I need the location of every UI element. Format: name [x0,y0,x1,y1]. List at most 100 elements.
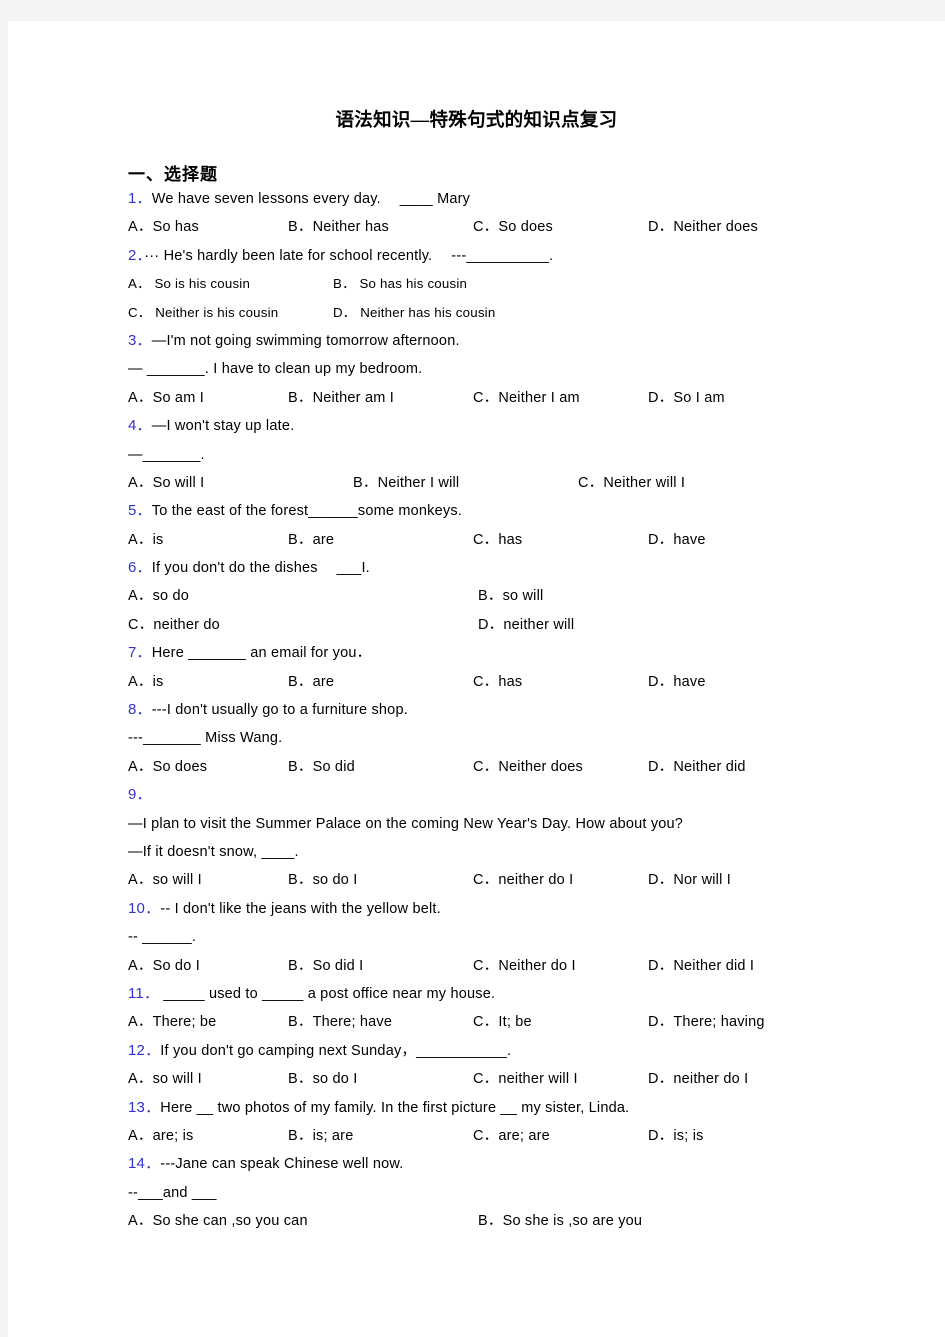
option-row: A．are; is B．is; are C．are; are D．is; is [128,1122,915,1150]
question-number: 1． [128,190,152,207]
answer-option[interactable]: D．neither will [478,611,574,639]
answer-option[interactable]: C．has [473,526,648,554]
answer-option[interactable]: A．is [128,668,288,696]
answer-option[interactable]: C．neither do I [473,866,648,894]
question-stem-text: -- ______. [128,929,197,946]
answer-option[interactable]: D．There; having [648,1008,765,1036]
answer-option[interactable]: A．So do I [128,952,288,980]
question-number: 8． [128,701,152,719]
answer-option[interactable]: A．are; is [128,1122,288,1150]
answer-option[interactable]: A．is [128,526,288,554]
answer-option[interactable]: A．So will I [128,469,353,497]
question-stem-line: —_______. [128,441,915,469]
question-stem-text: —_______. [128,446,205,463]
answer-option[interactable]: D．Neither did I [648,952,754,980]
answer-option[interactable]: A．so will I [128,866,288,894]
answer-option[interactable]: D．neither do I [648,1065,748,1093]
answer-option[interactable]: B．Neither am I [288,384,473,412]
answer-option[interactable]: B．so do I [288,866,473,894]
option-row: A．so will I B．so do I C．neither do I D．Nor … [128,866,915,894]
option-row: A．So she can ,so you can B．So she is ,so … [128,1207,915,1235]
question-stem-line: 2．··· He's hardly been late for school r… [128,242,915,270]
answer-option[interactable]: B．So she is ,so are you [478,1207,642,1235]
answer-option[interactable]: A．There; be [128,1008,288,1036]
option-row: A．So has B．Neither has C．So does D．Neither … [128,213,915,241]
question-number: 13． [128,1098,161,1116]
answer-option[interactable]: A．So has [128,213,288,241]
option-row: A． So is his cousin B． So has his cousin [128,270,915,298]
answer-option[interactable]: B．so will [478,582,543,610]
document-page: 语法知识—特殊句式的知识点复习 一、选择题 1．We have seven le… [8,21,945,1337]
answer-option[interactable]: B．Neither has [288,213,473,241]
answer-option[interactable]: C．has [473,668,648,696]
answer-option[interactable]: C．neither do [128,611,478,639]
answer-option[interactable]: D．have [648,526,706,554]
question-stem-line: 13．Here __ two photos of my family. In t… [128,1094,915,1122]
question-stem-text: —I'm not going swimming tomorrow afterno… [151,332,460,349]
answer-option[interactable]: B．So did I [288,952,473,980]
question-list: 1．We have seven lessons every day. ____ … [8,185,945,1235]
answer-option[interactable]: B． So has his cousin [333,270,467,298]
answer-option[interactable]: D．Neither does [648,213,758,241]
question-stem-text: ---Jane can speak Chinese well now. [160,1156,404,1173]
option-row: A．So do I B．So did I C．Neither do I D．Neith… [128,952,915,980]
page-title: 语法知识—特殊句式的知识点复习 [335,111,618,131]
question-stem-line: ---_______ Miss Wang. [128,724,915,752]
option-row: C． Neither is his cousin D． Neither has h… [128,299,915,327]
question-stem-line: 1．We have seven lessons every day. ____ … [128,185,915,213]
answer-option[interactable]: A．So she can ,so you can [128,1207,478,1235]
answer-option[interactable]: B．There; have [288,1008,473,1036]
answer-option[interactable]: D．So I am [648,384,725,412]
option-row: A．is B．are C．has D．have [128,668,915,696]
answer-option[interactable]: A．So am I [128,384,288,412]
answer-option[interactable]: C．Neither I am [473,384,648,412]
answer-option[interactable]: C．Neither will I [578,469,685,497]
question-stem-text: —I won't stay up late. [151,418,295,435]
question-stem-text: ---_______ Miss Wang. [128,730,283,747]
answer-option[interactable]: C．Neither do I [473,952,648,980]
answer-option[interactable]: B．Neither I will [353,469,578,497]
option-row: A．There; be B．There; have C．It; be D．There;… [128,1008,915,1036]
section-heading: 一、选择题 [128,165,218,184]
answer-option[interactable]: A．So does [128,753,288,781]
answer-option[interactable]: D．is; is [648,1122,704,1150]
answer-option[interactable]: C．Neither does [473,753,648,781]
answer-option[interactable]: C．neither will I [473,1065,648,1093]
answer-option[interactable]: D．have [648,668,706,696]
question-number: 7． [128,644,152,662]
question-stem-line: 6．If you don't do the dishes ___I. [128,554,915,582]
question-stem-line: --___and ___ [128,1179,915,1207]
question-stem-line: 8．---I don't usually go to a furniture s… [128,696,915,724]
question-number: 12． [128,1041,161,1059]
question-number: 2． [128,246,145,264]
question-number: 4． [128,417,152,435]
answer-option[interactable]: D．Nor will I [648,866,731,894]
answer-option[interactable]: B．So did [288,753,473,781]
answer-option[interactable]: C． Neither is his cousin [128,299,333,327]
question-stem-text: —I plan to visit the Summer Palace on th… [128,815,684,832]
answer-option[interactable]: C．So does [473,213,648,241]
question-stem-line: 11． _____ used to _____ a post office ne… [128,980,915,1008]
answer-option[interactable]: D． Neither has his cousin [333,299,495,327]
question-stem-line: 4．—I won't stay up late. [128,412,915,440]
answer-option[interactable]: C．It; be [473,1008,648,1036]
answer-option[interactable]: C．are; are [473,1122,648,1150]
question-stem-text: If you don't do the dishes ___I. [151,560,370,577]
question-stem-text: Here _______ an email for you． [151,645,372,662]
question-stem-line: 14．---Jane can speak Chinese well now. [128,1150,915,1178]
option-row: A．So will I B．Neither I will C．Neither wil… [128,469,915,497]
answer-option[interactable]: B．are [288,526,473,554]
answer-option[interactable]: A．so will I [128,1065,288,1093]
question-stem-text: _____ used to _____ a post office near m… [159,985,496,1002]
answer-option[interactable]: B．is; are [288,1122,473,1150]
option-row: A．so will I B．so do I C．neither will I D．ne… [128,1065,915,1093]
answer-option[interactable]: D．Neither did [648,753,746,781]
question-stem-line: 10．-- I don't like the jeans with the ye… [128,895,915,923]
question-stem-line: 3．—I'm not going swimming tomorrow after… [128,327,915,355]
answer-option[interactable]: B．so do I [288,1065,473,1093]
answer-option[interactable]: A．so do [128,582,478,610]
answer-option[interactable]: A． So is his cousin [128,270,333,298]
answer-option[interactable]: B．are [288,668,473,696]
question-stem-line: 5．To the east of the forest______some mo… [128,497,915,525]
option-row: A．so do B．so will [128,582,915,610]
